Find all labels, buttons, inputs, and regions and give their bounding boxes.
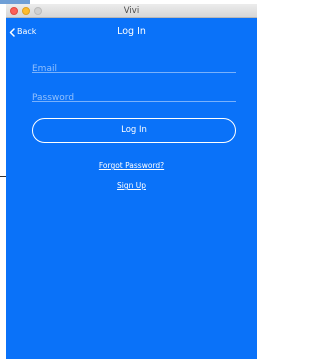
password-field-container [32, 85, 236, 106]
sign-up-link[interactable]: Sign Up [6, 181, 257, 191]
title-bar[interactable]: Vivi [6, 4, 257, 18]
page-title: Log In [117, 26, 146, 37]
nav-bar: Back Log In [6, 18, 257, 46]
password-input[interactable] [32, 90, 236, 106]
email-input[interactable] [32, 61, 236, 77]
forgot-password-link[interactable]: Forgot Password? [6, 161, 257, 171]
email-field-container [32, 56, 236, 77]
screen: Vivi Back Log In Log In Forgot Password?… [0, 0, 257, 359]
window-title: Vivi [123, 6, 140, 16]
app-window: Vivi Back Log In Log In Forgot Password?… [6, 4, 257, 359]
login-button[interactable]: Log In [32, 118, 236, 143]
